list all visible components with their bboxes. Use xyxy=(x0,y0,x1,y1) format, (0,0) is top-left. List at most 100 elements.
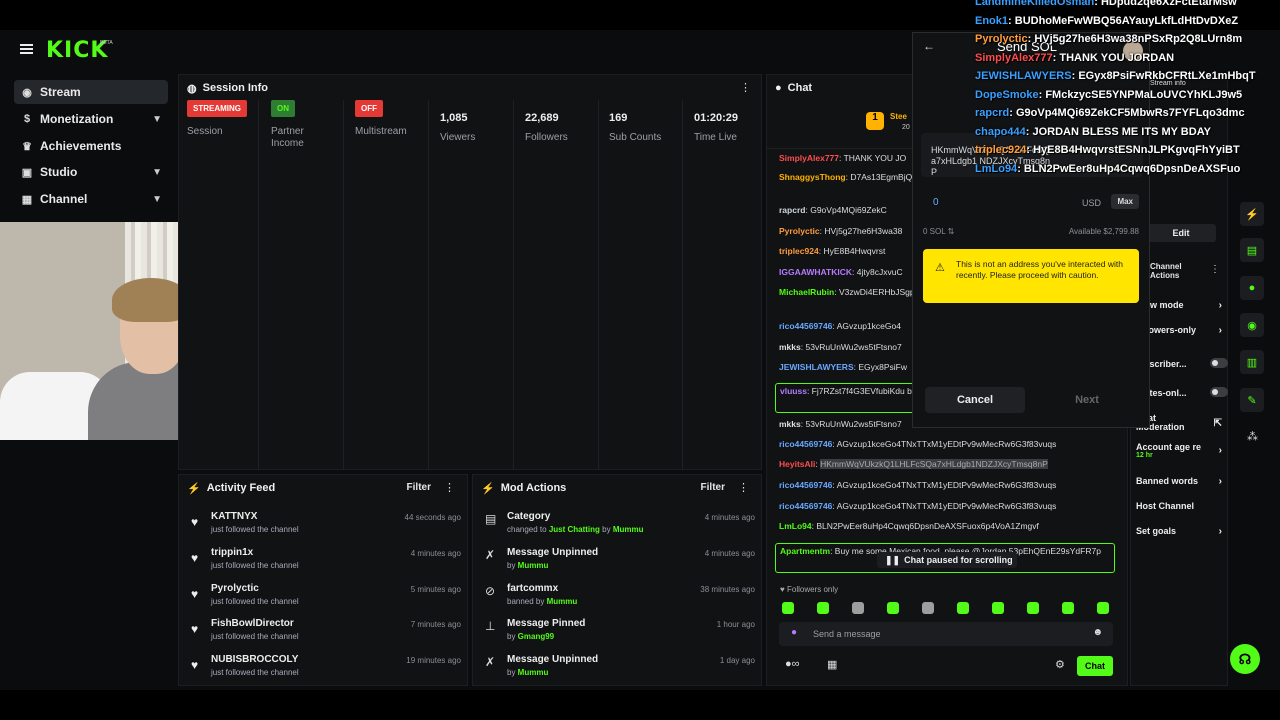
chat-message[interactable]: rico44569746: AGvzup1kceGo4TNxTTxM1yEDtP… xyxy=(779,439,1119,449)
follower-name[interactable]: Pyrolyctic xyxy=(211,583,259,594)
toggle-switch[interactable] xyxy=(1210,387,1228,397)
action-detail-text: by xyxy=(507,668,518,677)
follower-name[interactable]: KATTNYX xyxy=(211,511,257,522)
back-arrow-icon[interactable]: ← xyxy=(923,39,935,53)
list-item: ♥ FishBowlDirector just followed the chann… xyxy=(179,618,469,654)
chat-message[interactable]: HeyitsAli: HKmmWqVUkzkQ1LHLFcSQa7xHLdgb1… xyxy=(779,459,1119,469)
chat-bubble-icon[interactable]: ● xyxy=(1240,276,1264,300)
filter-button[interactable]: Filter xyxy=(407,482,431,493)
emote-icon[interactable] xyxy=(957,602,969,614)
sol-amount[interactable]: 0 SOL ⇅ xyxy=(923,227,954,236)
activity-text: just followed the channel xyxy=(211,525,299,534)
cancel-button[interactable]: Cancel xyxy=(925,387,1025,413)
layout-icon[interactable]: ▥ xyxy=(1240,350,1264,374)
menu-item-host-channel[interactable]: Host Channel xyxy=(1136,501,1228,511)
sidebar-item-achievements[interactable]: ♛ Achievements xyxy=(14,134,168,158)
chat-username[interactable]: rico44569746 xyxy=(779,439,832,449)
panel-title: Mod Actions xyxy=(500,482,567,494)
sidebar-item-studio[interactable]: ▣ Studio ▼ xyxy=(14,160,168,184)
overlay-text: BLN2PwEer8uHp4Cqwq6DpsnDeAXSFuo xyxy=(1023,162,1241,175)
panel-title: Session Info xyxy=(202,82,269,94)
menu-item-label: Host Channel xyxy=(1136,501,1195,511)
follower-name[interactable]: FishBowlDirector xyxy=(211,618,294,629)
chat-username[interactable]: rapcrd xyxy=(779,205,805,215)
chat-username[interactable]: LmLo94 xyxy=(779,521,812,531)
chat-username[interactable]: rico44569746 xyxy=(779,501,832,511)
chat-username[interactable]: Apartmentm xyxy=(780,546,830,556)
sidebar-item-stream[interactable]: ◉ Stream xyxy=(14,80,168,104)
emote-icon[interactable] xyxy=(1027,602,1039,614)
points-icon[interactable]: ●∞ xyxy=(785,658,800,670)
chat-username[interactable]: rico44569746 xyxy=(779,321,832,331)
emote-icon[interactable] xyxy=(782,602,794,614)
chat-username[interactable]: rico44569746 xyxy=(779,480,832,490)
filter-button[interactable]: Filter xyxy=(701,482,725,493)
chat-message[interactable]: rico44569746: AGvzup1kceGo4TNxTTxM1yEDtP… xyxy=(779,501,1119,511)
chat-username[interactable]: mkks xyxy=(779,342,801,352)
emote-icon[interactable] xyxy=(817,602,829,614)
chat-username[interactable]: JEWISHLAWYERS xyxy=(779,362,854,372)
amount-input[interactable]: 0 USD Max xyxy=(921,191,1143,217)
moderator-name[interactable]: Mummu xyxy=(518,668,549,677)
chat-username[interactable]: MichaelRubin xyxy=(779,287,834,297)
toggle-switch[interactable] xyxy=(1210,358,1228,368)
max-button[interactable]: Max xyxy=(1111,194,1139,209)
chat-username[interactable]: vluuss xyxy=(780,386,807,396)
menu-item-account-age[interactable]: Account age re 12 hr › xyxy=(1136,442,1228,459)
pinned-message[interactable]: 1 Stee 20 xyxy=(866,110,914,140)
next-button[interactable]: Next xyxy=(1037,387,1137,413)
wrench-icon[interactable]: ✎ xyxy=(1240,388,1264,412)
moderator-name[interactable]: Mummu xyxy=(613,525,644,534)
chat-username[interactable]: HeyitsAli xyxy=(779,459,815,469)
document-icon[interactable]: ▤ xyxy=(1240,238,1264,262)
menu-item-set-goals[interactable]: Set goals › xyxy=(1136,526,1228,537)
chat-username[interactable]: SimplyAlex777 xyxy=(779,153,839,163)
emote-icon[interactable] xyxy=(1062,602,1074,614)
chat-username[interactable]: mkks xyxy=(779,419,801,429)
chat-message[interactable]: rico44569746: AGvzup1kceGo4TNxTTxM1yEDtP… xyxy=(779,480,1119,490)
emote-icon[interactable] xyxy=(1097,602,1109,614)
warning-box: ⚠ This is not an address you've interact… xyxy=(923,249,1139,303)
more-icon[interactable]: ⋮ xyxy=(1210,264,1220,275)
emote-icon[interactable] xyxy=(887,602,899,614)
emote-icon[interactable] xyxy=(852,602,864,614)
panel-title: Activity Feed xyxy=(206,482,276,494)
chat-send-button[interactable]: Chat xyxy=(1077,656,1113,676)
moderator-name[interactable]: Mummu xyxy=(518,561,549,570)
nodes-icon[interactable]: ⁂ xyxy=(1247,430,1258,443)
activity-text: just followed the channel xyxy=(211,597,299,606)
sidebar-item-monetization[interactable]: $ Monetization ▼ xyxy=(14,107,168,131)
timestamp: 4 minutes ago xyxy=(704,549,755,558)
emoji-icon[interactable]: ☻ xyxy=(1092,627,1103,638)
settings-icon[interactable]: ⚙ xyxy=(1055,658,1065,671)
chat-username[interactable]: Pyrolyctic xyxy=(779,226,820,236)
lightning-icon[interactable]: ⚡ xyxy=(1240,202,1264,226)
chat-message[interactable]: LmLo94: BLN2PwEer8uHp4Cqwq6DpsnDeAXSFuox… xyxy=(779,521,1119,531)
broadcast-icon[interactable]: ◉ xyxy=(1240,313,1264,337)
chat-username[interactable]: triplec924 xyxy=(779,246,819,256)
chat-paused-banner[interactable]: ❚❚ Chat paused for scrolling xyxy=(877,552,1017,568)
menu-icon[interactable] xyxy=(20,44,33,54)
follower-name[interactable]: NUBISBROCCOLY xyxy=(211,654,298,665)
support-button[interactable]: ☊ xyxy=(1230,644,1260,674)
more-icon[interactable]: ⋮ xyxy=(738,481,749,494)
emote-icon[interactable] xyxy=(922,602,934,614)
chat-input[interactable]: ● Send a message ☻ xyxy=(779,622,1113,646)
follower-name[interactable]: trippin1x xyxy=(211,547,253,558)
moderator-name[interactable]: Mummu xyxy=(547,597,578,606)
chevron-down-icon: ▼ xyxy=(152,113,162,125)
overlay-chat-message: SimplyAlex777: THANK YOU JORDAN xyxy=(975,52,1174,64)
emote-icon[interactable] xyxy=(992,602,1004,614)
more-icon[interactable]: ⋮ xyxy=(740,81,751,94)
badge-icon: 1 xyxy=(866,112,884,130)
moderator-name[interactable]: Gmang99 xyxy=(518,632,554,641)
store-icon[interactable]: ▦ xyxy=(827,658,837,671)
timestamp: 19 minutes ago xyxy=(406,656,461,665)
more-icon[interactable]: ⋮ xyxy=(444,481,455,494)
menu-item-banned-words[interactable]: Banned words › xyxy=(1136,476,1228,487)
sidebar-item-channel[interactable]: ▦ Channel ▼ xyxy=(14,187,168,211)
edit-button[interactable]: Edit xyxy=(1146,224,1216,242)
chat-username[interactable]: IGGAAWHATKICK xyxy=(779,267,852,277)
stat-followers: 22,689 Followers xyxy=(525,112,609,144)
chat-username[interactable]: ShnaggysThong xyxy=(779,172,846,182)
